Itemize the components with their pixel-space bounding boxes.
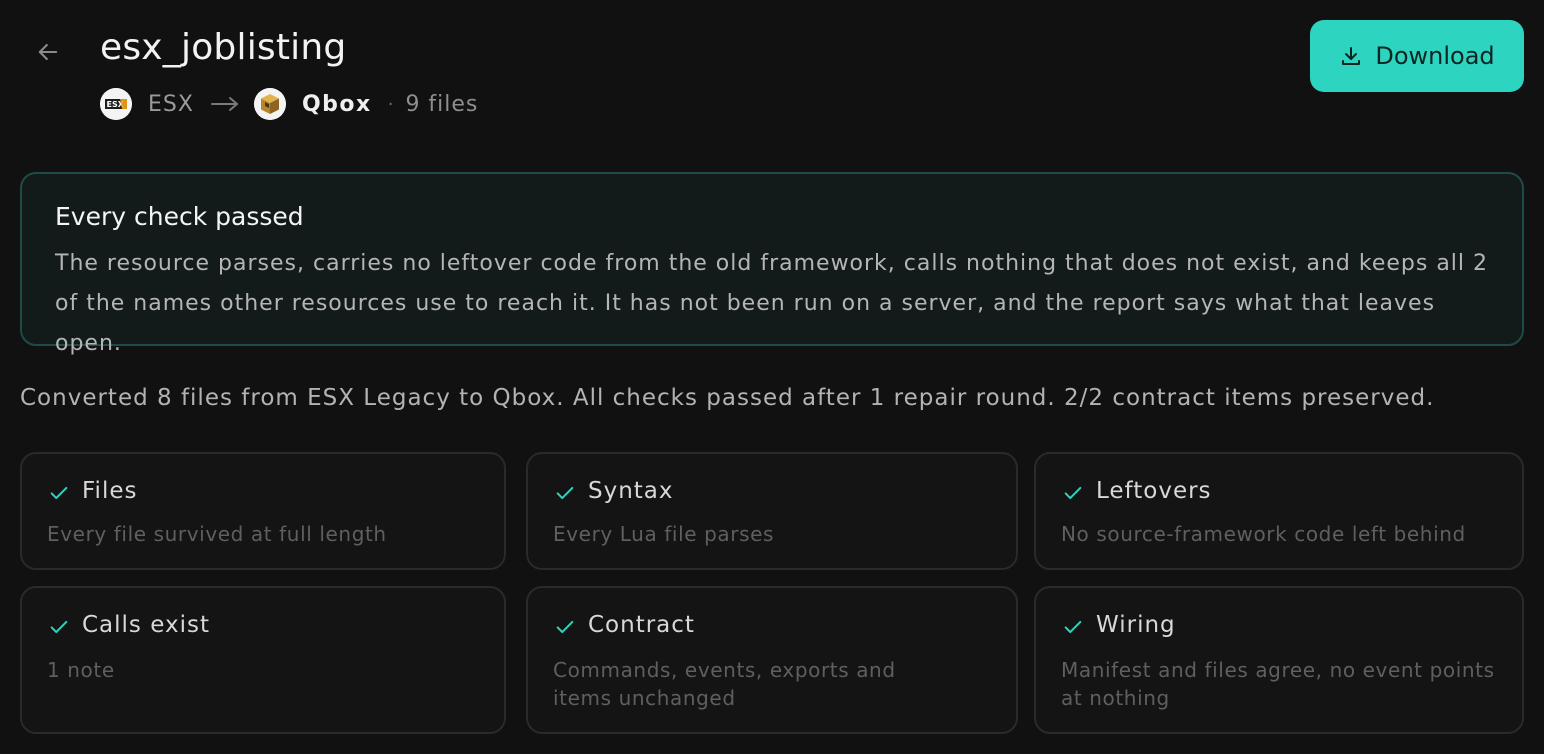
arrow-left-icon [38,43,58,61]
check-description: No source-framework code left behind [1061,522,1466,546]
check-card-syntax: Syntax Every Lua file parses [526,452,1018,570]
download-icon [1342,47,1361,65]
check-description: Commands, events, exports and items unch… [553,658,896,710]
check-card-contract: Contract Commands, events, exports and i… [526,586,1018,734]
target-framework-name: Qbox [301,91,372,117]
source-framework-name: ESX [148,91,194,117]
check-title: Syntax [588,478,674,504]
conversion-report-page: esx_joblisting ESX ESX Qbox · 9 files Do… [0,0,1544,754]
check-description: Every Lua file parses [553,522,775,546]
banner-text: The resource parses, carries no leftover… [55,251,1489,356]
check-title: Leftovers [1096,478,1212,504]
download-button[interactable]: Download [1310,20,1524,92]
download-button-label: Download [1375,42,1495,70]
check-title: Files [82,478,138,504]
check-card-wiring: Wiring Manifest and files agree, no even… [1034,586,1524,734]
check-icon [1064,486,1082,500]
conversion-path: ESX ESX Qbox · 9 files [100,86,478,122]
check-description: Manifest and files agree, no event point… [1061,658,1495,710]
qbox-logo [253,88,286,120]
check-icon [50,620,68,634]
check-icon [556,620,574,634]
check-description: 1 note [47,658,115,682]
meta-separator: · [387,93,394,115]
check-title: Calls exist [82,612,210,638]
banner-title: Every check passed [55,202,304,231]
esx-logo: ESX [100,88,132,120]
check-icon [556,486,574,500]
check-icon [1064,620,1082,634]
result-banner: Every check passed The resource parses, … [20,172,1524,356]
check-card-leftovers: Leftovers No source-framework code left … [1034,452,1524,570]
conversion-summary: Converted 8 files from ESX Legacy to Qbo… [20,385,1435,411]
back-button[interactable] [30,34,66,70]
check-icon [50,486,68,500]
check-title: Contract [588,612,695,638]
arrow-right-icon [210,94,240,114]
check-card-files: Files Every file survived at full length [20,452,506,570]
check-title: Wiring [1096,612,1176,638]
page-title: esx_joblisting [100,27,347,68]
check-description: Every file survived at full length [47,522,387,546]
check-card-calls-exist: Calls exist 1 note [20,586,506,734]
file-count: 9 files [405,91,479,117]
